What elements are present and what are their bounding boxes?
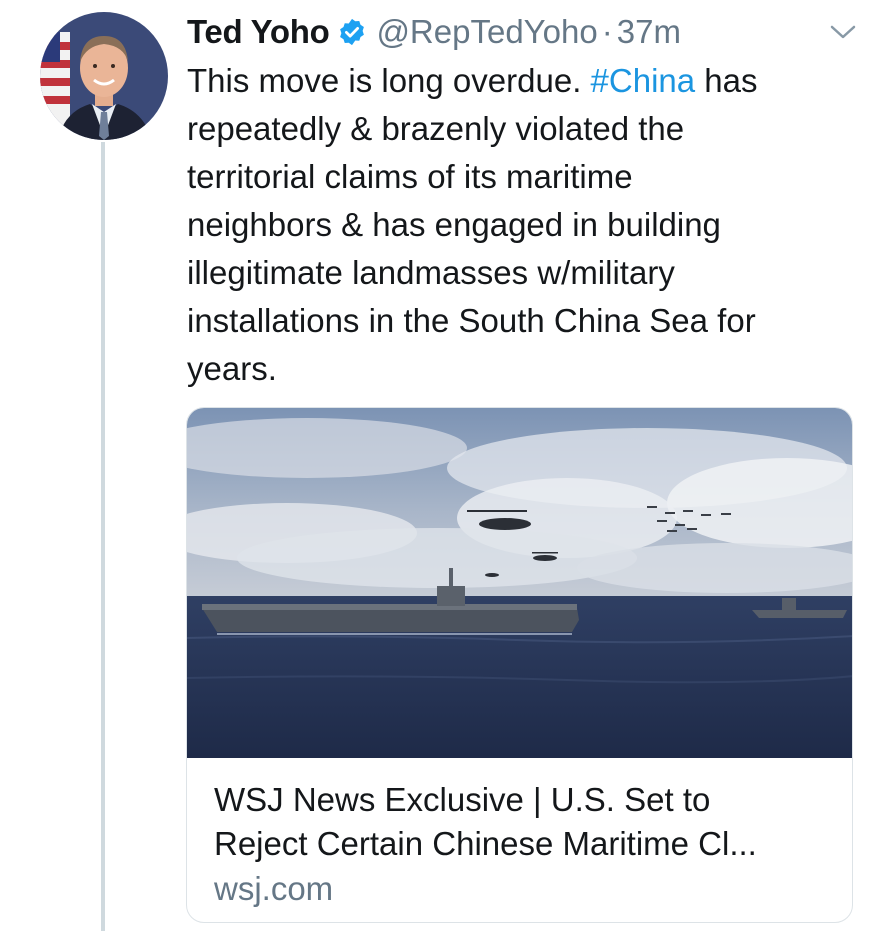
separator-dot: · bbox=[601, 13, 613, 50]
timestamp[interactable]: 37m bbox=[617, 13, 681, 51]
display-name[interactable]: Ted Yoho bbox=[187, 13, 330, 51]
card-title-line: Reject Certain Chinese Maritime Cl... bbox=[214, 825, 757, 862]
tweet-text-line: years. bbox=[187, 350, 277, 387]
tweet-text-line: This move is long overdue. #China has bbox=[187, 57, 857, 105]
tweet-text-line: installations in the South China Sea for bbox=[187, 302, 756, 339]
tweet-text-line: neighbors & has engaged in building bbox=[187, 206, 721, 243]
chevron-down-icon[interactable] bbox=[828, 22, 858, 42]
tweet-text-segment: has bbox=[695, 62, 758, 99]
card-image[interactable] bbox=[187, 408, 852, 758]
tweet-text-line: illegitimate landmasses w/military bbox=[187, 254, 675, 291]
card-title[interactable]: WSJ News Exclusive | U.S. Set to Reject … bbox=[214, 778, 844, 866]
thread-line bbox=[101, 142, 105, 931]
tweet-text-line: territorial claims of its maritime bbox=[187, 158, 633, 195]
tweet-text-line: repeatedly & brazenly violated the bbox=[187, 110, 685, 147]
card-domain: wsj.com bbox=[214, 870, 334, 907]
card-title-line: WSJ News Exclusive | U.S. Set to bbox=[214, 781, 711, 818]
hashtag-link[interactable]: #China bbox=[591, 62, 696, 99]
avatar[interactable] bbox=[40, 12, 168, 140]
user-handle[interactable]: @RepTedYoho bbox=[376, 13, 597, 51]
tweet-text-segment: This move is long overdue. bbox=[187, 62, 591, 99]
link-card[interactable]: WSJ News Exclusive | U.S. Set to Reject … bbox=[186, 407, 853, 923]
verified-badge-icon bbox=[337, 17, 367, 47]
tweet-header: Ted Yoho @RepTedYoho · 37m bbox=[187, 12, 681, 52]
tweet-text: This move is long overdue. #China has re… bbox=[187, 57, 857, 393]
avatar-image bbox=[40, 12, 168, 140]
